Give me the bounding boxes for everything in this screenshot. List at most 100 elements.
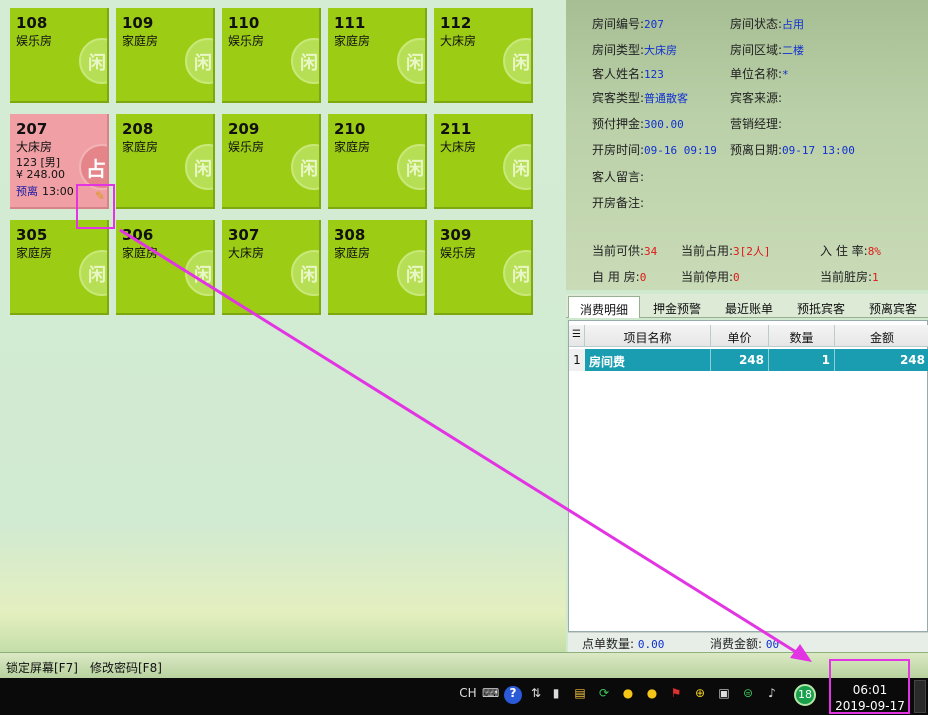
stat-stopped: 当前停用:0 — [681, 270, 740, 284]
room-307[interactable]: 307 大床房 闲 — [222, 220, 321, 315]
room-type: 娱乐房 — [228, 140, 265, 154]
clock[interactable]: 06:01 2019-09-17 — [832, 682, 908, 714]
room-109[interactable]: 109 家庭房 闲 — [116, 8, 215, 103]
column-header[interactable]: 数量 — [769, 325, 835, 347]
language-indicator[interactable]: CH — [458, 686, 478, 704]
room-number: 108 — [16, 14, 48, 32]
tab-recent-bills[interactable]: 最近账单 — [714, 296, 784, 318]
room-111[interactable]: 111 家庭房 闲 — [328, 8, 427, 103]
info-room-no: 房间编号:207 — [592, 17, 664, 31]
arrow-icon[interactable]: ⇅ — [528, 686, 544, 704]
table-footer: 点单数量: 0.00 消费金额: 00 — [568, 632, 928, 652]
room-type: 家庭房 — [334, 34, 371, 48]
room-210[interactable]: 210 家庭房 闲 — [328, 114, 427, 209]
column-header[interactable]: 单价 — [711, 325, 769, 347]
row-menu-icon[interactable]: ☰ — [569, 325, 585, 347]
room-grid: 108 娱乐房 闲 109 家庭房 闲 110 娱乐房 闲 111 家庭房 闲 … — [0, 0, 566, 652]
folder-icon[interactable]: ▤ — [572, 686, 588, 704]
info-room-type: 房间类型:大床房 — [592, 43, 678, 57]
qq-icon[interactable]: ● — [644, 686, 660, 704]
flag-icon[interactable]: ⚑ — [668, 686, 684, 704]
room-207[interactable]: 207 大床房 123 [男] ¥ 248.00 预离 13:00 占 ✎ — [10, 114, 109, 209]
vacant-icon: 闲 — [397, 38, 425, 84]
tab-consumption[interactable]: 消费明细 — [568, 296, 640, 318]
lock-screen-link[interactable]: 锁定屏幕[F7] — [6, 659, 78, 676]
tab-departing-guests[interactable]: 预离宾客 — [858, 296, 928, 318]
room-type: 大床房 — [440, 34, 477, 48]
stat-occupied: 当前占用:3[2人] — [681, 244, 771, 258]
room-number: 112 — [440, 14, 472, 32]
detail-tabs: 消费明细 押金预警 最近账单 预抵宾客 预离宾客 — [566, 294, 928, 318]
room-208[interactable]: 208 家庭房 闲 — [116, 114, 215, 209]
info-room-area: 房间区域:二楼 — [730, 43, 805, 57]
tab-deposit-alert[interactable]: 押金预警 — [642, 296, 712, 318]
info-company: 单位名称:* — [730, 67, 789, 81]
room-211[interactable]: 211 大床房 闲 — [434, 114, 533, 209]
broom-icon[interactable]: ✎ — [95, 189, 105, 203]
info-guest-name: 客人姓名:123 — [592, 67, 664, 81]
room-type: 大床房 — [16, 140, 53, 154]
room-305[interactable]: 305 家庭房 闲 — [10, 220, 109, 315]
vacant-icon: 闲 — [291, 38, 319, 84]
vacant-icon: 闲 — [397, 144, 425, 190]
column-header[interactable]: 金额 — [835, 325, 928, 347]
cell-qty: 1 — [769, 349, 835, 371]
room-type: 大床房 — [440, 140, 477, 154]
sync-icon[interactable]: ⟳ — [596, 686, 612, 704]
room-number: 207 — [16, 120, 48, 138]
room-type: 娱乐房 — [228, 34, 265, 48]
room-number: 209 — [228, 120, 260, 138]
room-308[interactable]: 308 家庭房 闲 — [328, 220, 427, 315]
stat-occupancy: 入 住 率:8% — [820, 244, 881, 258]
room-number: 210 — [334, 120, 366, 138]
show-desktop-button[interactable] — [914, 680, 926, 713]
taskbar: CH ⌨ ? ⇅ ▮ ▤ ⟳ ● ● ⚑ ⊕ ▣ ⊜ ♪ 18 06:01 20… — [0, 678, 928, 715]
consumption-table: ☰ 项目名称 单价 数量 金额 1 房间费 248 1 248 — [568, 320, 928, 632]
room-info-panel: 房间编号:207 房间状态:占用 房间类型:大床房 房间区域:二楼 客人姓名:1… — [566, 0, 928, 290]
stat-dirty: 当前脏房:1 — [820, 270, 879, 284]
cell-amount: 248 — [835, 349, 928, 371]
help-icon[interactable]: ? — [504, 686, 522, 704]
room-number: 309 — [440, 226, 472, 244]
room-306[interactable]: 306 家庭房 闲 — [116, 220, 215, 315]
vacant-icon: 闲 — [503, 250, 531, 296]
room-110[interactable]: 110 娱乐房 闲 — [222, 8, 321, 103]
room-number: 110 — [228, 14, 260, 32]
notification-badge-icon[interactable]: 18 — [794, 684, 816, 706]
volume-icon[interactable]: ♪ — [764, 686, 780, 704]
network-icon[interactable]: ▣ — [716, 686, 732, 704]
info-deposit: 预付押金:300.00 — [592, 117, 684, 131]
room-number: 111 — [334, 14, 366, 32]
room-type: 娱乐房 — [440, 246, 477, 260]
vacant-icon: 闲 — [79, 250, 107, 296]
info-guest-type: 宾客类型:普通散客 — [592, 91, 689, 105]
app-icon[interactable]: ▮ — [548, 686, 564, 704]
qq-icon[interactable]: ● — [620, 686, 636, 704]
room-number: 306 — [122, 226, 154, 244]
room-309[interactable]: 309 娱乐房 闲 — [434, 220, 533, 315]
stat-self-use: 自 用 房:0 — [592, 270, 647, 284]
plus-icon[interactable]: ⊕ — [692, 686, 708, 704]
room-number: 308 — [334, 226, 366, 244]
change-password-link[interactable]: 修改密码[F8] — [90, 659, 162, 676]
vacant-icon: 闲 — [185, 38, 213, 84]
room-112[interactable]: 112 大床房 闲 — [434, 8, 533, 103]
room-number: 211 — [440, 120, 472, 138]
room-type: 家庭房 — [334, 140, 371, 154]
vacant-icon: 闲 — [503, 38, 531, 84]
consumption-total: 消费金额: 00 — [710, 637, 780, 651]
status-bar: 锁定屏幕[F7] 修改密码[F8] — [0, 652, 928, 678]
tab-arriving-guests[interactable]: 预抵宾客 — [786, 296, 856, 318]
e-icon[interactable]: ⊜ — [740, 686, 756, 704]
info-manager: 营销经理: — [730, 117, 783, 131]
column-header[interactable]: 项目名称 — [585, 325, 711, 347]
keyboard-icon[interactable]: ⌨ — [482, 686, 499, 704]
cell-name: 房间费 — [585, 349, 711, 371]
info-source: 宾客来源: — [730, 91, 783, 105]
info-open-time: 开房时间:09-16 09:19 — [592, 143, 717, 157]
info-message: 客人留言: — [592, 170, 645, 184]
stat-available: 当前可供:34 — [592, 244, 658, 258]
room-209[interactable]: 209 娱乐房 闲 — [222, 114, 321, 209]
room-108[interactable]: 108 娱乐房 闲 — [10, 8, 109, 103]
occupied-icon: 占 — [79, 144, 107, 190]
